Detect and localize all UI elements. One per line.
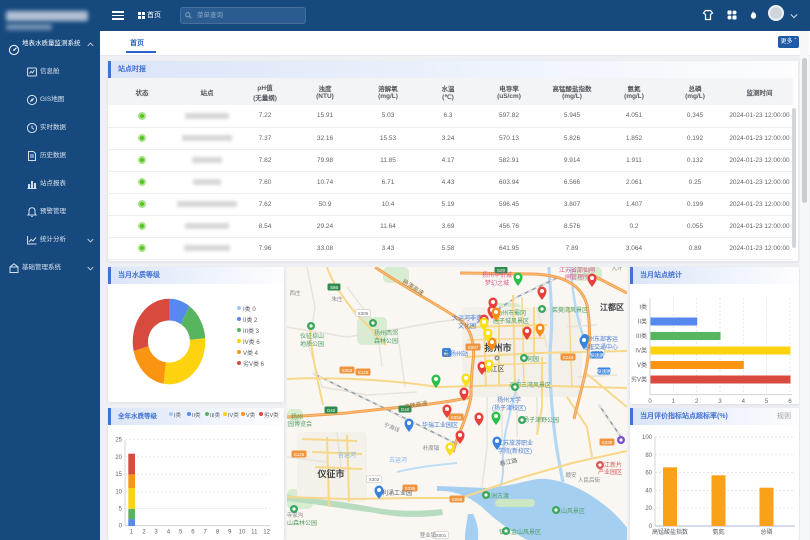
svg-text:S86: S86 <box>330 285 339 290</box>
svg-text:5: 5 <box>179 530 183 536</box>
svg-text:江苏旅游职业: 江苏旅游职业 <box>497 439 533 447</box>
svg-text:劣V类: 劣V类 <box>631 376 647 384</box>
svg-text:朱庄: 朱庄 <box>331 295 343 303</box>
svg-text:S356: S356 <box>451 415 462 420</box>
svg-text:X302: X302 <box>369 477 380 482</box>
svg-text:II类: II类 <box>638 318 647 326</box>
svg-text:2: 2 <box>695 399 699 405</box>
svg-text:扬子津野公园: 扬子津野公园 <box>523 416 559 424</box>
svg-text:西庄: 西庄 <box>289 289 301 297</box>
svg-text:S353: S353 <box>342 368 353 373</box>
svg-text:100: 100 <box>642 435 653 441</box>
svg-text:4: 4 <box>742 399 746 405</box>
svg-text:唐子城风景区: 唐子城风景区 <box>493 317 529 325</box>
svg-text:朴席镇: 朴席镇 <box>423 444 440 452</box>
svg-text:氨氮: 氨氮 <box>712 528 724 536</box>
svg-text:I类: I类 <box>639 303 647 311</box>
svg-text:15: 15 <box>115 472 122 478</box>
svg-text:地质公园: 地质公园 <box>300 340 324 348</box>
svg-text:G40: G40 <box>327 408 336 413</box>
svg-text:S243: S243 <box>563 355 574 360</box>
svg-text:利涌工业园: 利涌工业园 <box>382 489 412 497</box>
svg-text:产业园区: 产业园区 <box>598 468 622 476</box>
svg-text:V类: V类 <box>637 361 647 369</box>
svg-text:3: 3 <box>718 399 722 405</box>
svg-text:茱萸湾风景区: 茱萸湾风景区 <box>552 306 588 314</box>
svg-text:5: 5 <box>765 399 769 405</box>
svg-text:10: 10 <box>115 489 122 495</box>
svg-text:古运河: 古运河 <box>389 456 407 464</box>
svg-text:0: 0 <box>119 524 123 530</box>
svg-text:人民后街: 人民后街 <box>578 476 601 484</box>
svg-text:世园博览会: 世园博览会 <box>287 420 312 428</box>
svg-text:10: 10 <box>239 530 246 536</box>
svg-text:III类: III类 <box>636 332 647 340</box>
svg-text:S087: S087 <box>468 345 479 350</box>
svg-text:江苏省邵仙闸: 江苏省邵仙闸 <box>559 267 595 274</box>
svg-text:文化园: 文化园 <box>458 322 476 330</box>
svg-text:扬州市蜀冈: 扬州市蜀冈 <box>496 309 526 317</box>
svg-text:S125: S125 <box>358 370 369 375</box>
svg-text:25: 25 <box>115 438 122 444</box>
svg-text:40: 40 <box>645 488 652 494</box>
svg-text:梦幻之城: 梦幻之城 <box>485 279 509 287</box>
svg-text:4: 4 <box>167 530 171 536</box>
svg-text:S125: S125 <box>294 452 305 457</box>
svg-text:江都区: 江都区 <box>600 302 624 312</box>
svg-text:1: 1 <box>130 530 134 536</box>
svg-text:X306: X306 <box>358 311 369 316</box>
svg-text:S338: S338 <box>602 440 613 445</box>
svg-text:高锰酸盐指数: 高锰酸盐指数 <box>652 528 688 536</box>
svg-text:闸管理所: 闸管理所 <box>565 273 589 281</box>
svg-text:仪征市: 仪征市 <box>316 468 344 479</box>
svg-text:2: 2 <box>142 530 146 536</box>
svg-text:3: 3 <box>154 530 158 536</box>
svg-text:9: 9 <box>228 530 232 536</box>
svg-text:快速路: 快速路 <box>597 368 611 375</box>
svg-text:扬州西郊: 扬州西郊 <box>374 329 398 337</box>
svg-text:IV类: IV类 <box>635 347 647 355</box>
svg-text:快速路: 快速路 <box>590 352 604 359</box>
svg-text:华瑞工业园区: 华瑞工业园区 <box>422 421 458 429</box>
svg-text:6: 6 <box>191 530 195 536</box>
svg-text:大运河非遗: 大运河非遗 <box>452 314 482 322</box>
svg-text:12: 12 <box>263 530 270 536</box>
svg-text:登业镇: 登业镇 <box>420 531 437 539</box>
svg-text:大圩: 大圩 <box>611 267 623 272</box>
svg-text:顺安: 顺安 <box>565 471 577 479</box>
svg-text:20: 20 <box>645 506 652 512</box>
svg-text:扬州站: 扬州站 <box>450 350 468 358</box>
svg-text:枢纽交通中心: 枢纽交通中心 <box>582 343 618 351</box>
svg-text:山森林公园: 山森林公园 <box>287 519 317 527</box>
svg-text:宁海线: 宁海线 <box>383 420 402 434</box>
svg-text:(扬子津校区): (扬子津校区) <box>492 404 526 412</box>
svg-text:1: 1 <box>672 399 676 405</box>
svg-text:5: 5 <box>119 507 123 513</box>
svg-text:80: 80 <box>645 453 652 459</box>
svg-text:0: 0 <box>648 399 652 405</box>
svg-text:6: 6 <box>788 399 792 405</box>
svg-text:仪征捺山: 仪征捺山 <box>300 332 324 340</box>
svg-text:森林公园: 森林公园 <box>374 337 398 345</box>
svg-text:60: 60 <box>645 471 652 477</box>
svg-text:S086: S086 <box>452 497 463 502</box>
svg-text:吉运河: 吉运河 <box>338 451 356 459</box>
svg-text:扬州: 扬州 <box>291 413 303 421</box>
svg-text:总磷: 总磷 <box>760 528 772 536</box>
svg-text:11: 11 <box>251 530 258 536</box>
svg-text:何园: 何园 <box>527 355 539 363</box>
svg-text:扬州华侨城: 扬州华侨城 <box>482 271 512 279</box>
svg-text:沪陕高速: 沪陕高速 <box>403 399 428 411</box>
svg-text:8: 8 <box>216 530 220 536</box>
svg-text:7: 7 <box>204 530 208 536</box>
svg-text:学院(新校区): 学院(新校区) <box>498 447 532 455</box>
svg-text:扬州大学: 扬州大学 <box>497 396 521 404</box>
svg-text:X001: X001 <box>436 533 447 538</box>
svg-text:20: 20 <box>115 455 122 461</box>
